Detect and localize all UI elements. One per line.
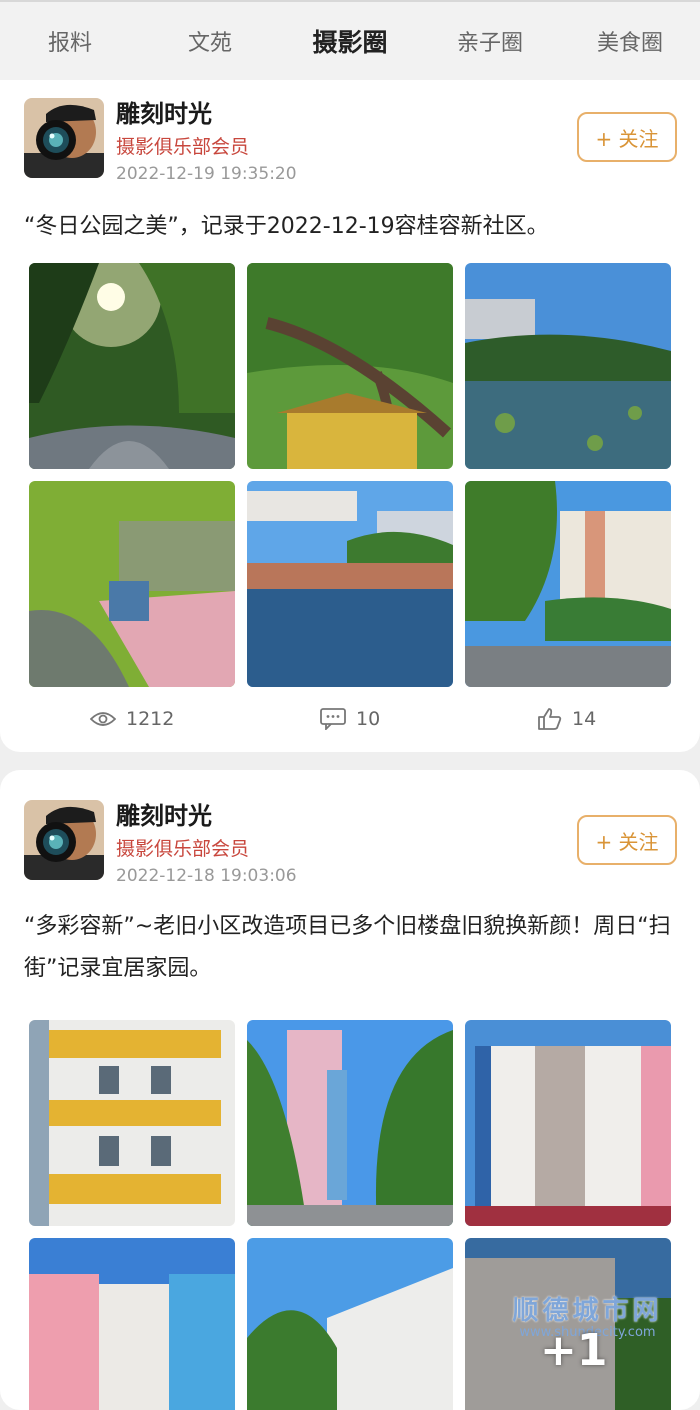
post-text: “多彩容新”~老旧小区改造项目已多个旧楼盘旧貌换新颜！周日“扫街”记录宜居家园。 — [24, 914, 671, 981]
photo-thumbnail[interactable] — [247, 1020, 453, 1226]
view-count: 1212 — [90, 708, 174, 730]
photo-thumbnail[interactable] — [247, 1238, 453, 1410]
post-stats: 1212 10 14 — [0, 700, 700, 740]
avatar[interactable] — [24, 800, 104, 880]
avatar[interactable] — [24, 98, 104, 178]
photo-thumbnail[interactable] — [465, 1020, 671, 1226]
photo-thumbnail[interactable] — [29, 263, 235, 469]
photo-thumbnail[interactable] — [465, 481, 671, 687]
watermark-text: 顺德城市网 — [512, 1296, 663, 1326]
channel-tab-bar: 报料 文苑 摄影圈 亲子圈 美食圈 — [0, 0, 700, 80]
comment-icon — [320, 708, 346, 730]
tab-photography[interactable]: 摄影圈 — [290, 23, 410, 59]
author-role: 摄影俱乐部会员 — [116, 838, 250, 860]
photo-thumbnail[interactable] — [247, 481, 453, 687]
tab-wenyuan[interactable]: 文苑 — [150, 25, 270, 57]
like-count-value: 14 — [572, 708, 597, 730]
thumbs-up-icon — [538, 708, 562, 730]
post-text: “冬日公园之美”，记录于2022-12-19容桂容新社区。 — [24, 214, 549, 239]
eye-icon — [90, 712, 116, 726]
tab-food[interactable]: 美食圈 — [570, 25, 690, 57]
photo-thumbnail[interactable] — [29, 1020, 235, 1226]
photo-thumbnail[interactable] — [465, 263, 671, 469]
tab-parenting[interactable]: 亲子圈 — [430, 25, 550, 57]
comment-count-value: 10 — [356, 708, 381, 730]
comment-button[interactable]: 10 — [320, 708, 380, 730]
post-card: 雕刻时光 摄影俱乐部会员 2022-12-19 19:35:20 + 关注 “冬… — [0, 80, 700, 752]
photo-thumbnail[interactable] — [29, 481, 235, 687]
more-photos-count[interactable]: +1 — [540, 1325, 607, 1376]
post-time: 2022-12-19 19:35:20 — [116, 164, 297, 184]
author-name[interactable]: 雕刻时光 — [116, 94, 212, 129]
author-name[interactable]: 雕刻时光 — [116, 796, 212, 831]
photo-thumbnail[interactable] — [29, 1238, 235, 1410]
post-time: 2022-12-18 19:03:06 — [116, 866, 297, 886]
follow-button[interactable]: + 关注 — [577, 815, 677, 865]
like-button[interactable]: 14 — [538, 708, 596, 730]
view-count-value: 1212 — [126, 708, 175, 730]
follow-button[interactable]: + 关注 — [577, 112, 677, 162]
author-role: 摄影俱乐部会员 — [116, 136, 250, 158]
photo-thumbnail[interactable] — [247, 263, 453, 469]
tab-baoliao[interactable]: 报料 — [10, 25, 130, 57]
